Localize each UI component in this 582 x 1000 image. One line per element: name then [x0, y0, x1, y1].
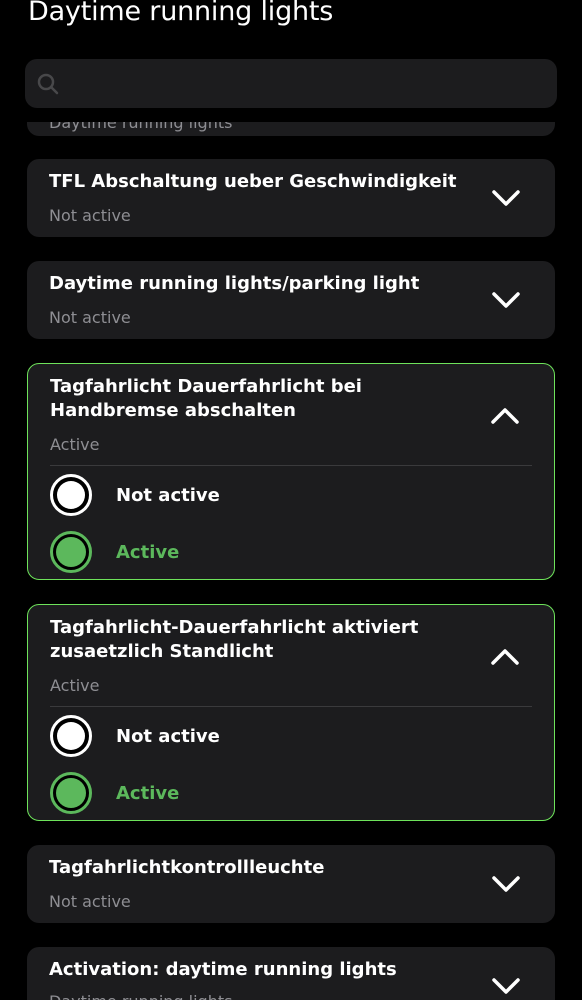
option-label: Not active: [116, 725, 220, 747]
search-bar[interactable]: [25, 59, 557, 108]
radio-unselected-icon[interactable]: [50, 474, 92, 516]
partial-card-status: Daytime running lights: [49, 122, 233, 132]
search-input[interactable]: [61, 59, 557, 108]
setting-title: Activation: daytime running lights: [49, 959, 397, 980]
setting-title: Tagfahrlichtkontrollleuchte: [49, 857, 325, 878]
setting-card-tfl-abschaltung[interactable]: TFL Abschaltung ueber Geschwindigkeit No…: [27, 159, 555, 237]
page-title: Daytime running lights: [28, 0, 334, 27]
setting-status: Not active: [49, 206, 131, 225]
setting-card-standlicht[interactable]: Tagfahrlicht-Dauerfahrlicht aktiviert zu…: [27, 604, 555, 821]
chevron-down-icon[interactable]: [489, 289, 523, 311]
setting-status: Not active: [49, 892, 131, 911]
radio-option-active[interactable]: Active: [50, 529, 179, 575]
radio-option-not-active[interactable]: Not active: [50, 713, 220, 759]
radio-option-not-active[interactable]: Not active: [50, 472, 220, 518]
radio-unselected-icon[interactable]: [50, 715, 92, 757]
partial-card[interactable]: Daytime running lights: [27, 122, 555, 136]
divider: [50, 706, 532, 707]
setting-title: Daytime running lights/parking light: [49, 273, 420, 294]
divider: [50, 465, 532, 466]
setting-title: Tagfahrlicht Dauerfahrlicht bei Handbrem…: [50, 376, 362, 421]
chevron-up-icon[interactable]: [488, 646, 522, 668]
setting-card-parking-light[interactable]: Daytime running lights/parking light Not…: [27, 261, 555, 339]
option-label: Active: [116, 541, 180, 563]
setting-status: Daytime running lights: [49, 992, 232, 1000]
setting-title: Tagfahrlicht-Dauerfahrlicht aktiviert zu…: [50, 617, 419, 662]
option-label: Not active: [116, 484, 220, 506]
setting-card-activation[interactable]: Activation: daytime running lights Dayti…: [27, 947, 555, 1000]
setting-title: TFL Abschaltung ueber Geschwindigkeit: [49, 171, 457, 192]
setting-status: Active: [50, 435, 100, 454]
chevron-down-icon[interactable]: [489, 975, 523, 997]
radio-selected-icon[interactable]: [50, 531, 92, 573]
option-label: Active: [116, 782, 180, 804]
chevron-down-icon[interactable]: [489, 187, 523, 209]
radio-option-active[interactable]: Active: [50, 770, 179, 816]
setting-status: Active: [50, 676, 100, 695]
search-icon: [35, 71, 61, 97]
setting-card-kontrollleuchte[interactable]: Tagfahrlichtkontrollleuchte Not active: [27, 845, 555, 923]
setting-status: Not active: [49, 308, 131, 327]
chevron-up-icon[interactable]: [488, 405, 522, 427]
setting-card-handbremse[interactable]: Tagfahrlicht Dauerfahrlicht bei Handbrem…: [27, 363, 555, 580]
radio-selected-icon[interactable]: [50, 772, 92, 814]
chevron-down-icon[interactable]: [489, 873, 523, 895]
